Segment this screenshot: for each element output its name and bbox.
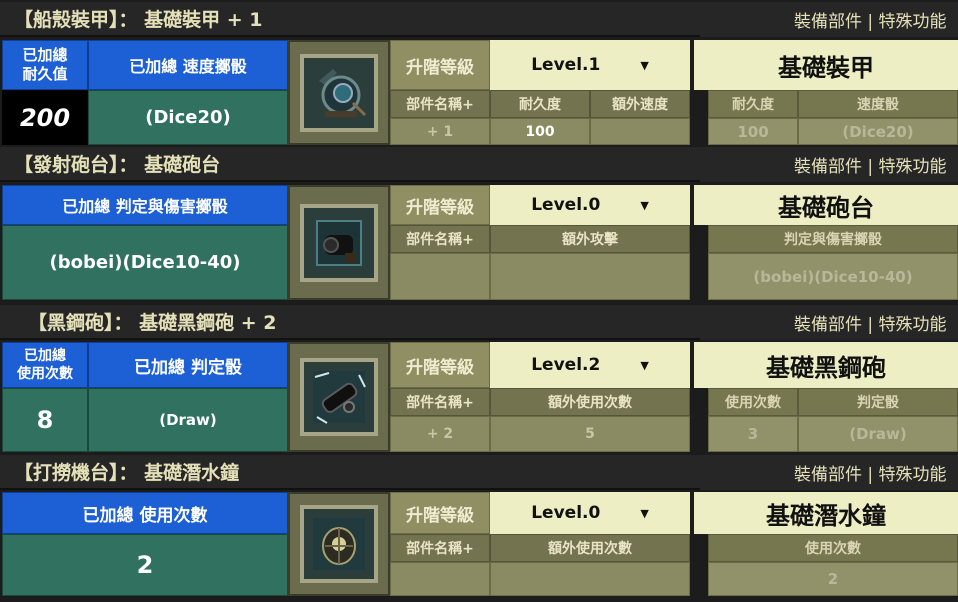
part-icon-frame bbox=[288, 40, 390, 145]
col-header-part-name: 部件名稱+ bbox=[390, 225, 490, 253]
col-header-part-name: 部件名稱+ bbox=[390, 90, 490, 118]
upgrade-level-label: 升階等級 bbox=[390, 342, 490, 388]
level-value: Level.1 bbox=[531, 55, 601, 75]
base-uses-value: 2 bbox=[708, 562, 958, 596]
total-check-header: 已加總 判定骰 bbox=[88, 342, 288, 388]
equipment-tab[interactable]: 裝備部件 | 特殊功能 bbox=[700, 2, 958, 37]
part-name-display: 基礎砲台 bbox=[694, 185, 958, 225]
base-uses-value: 3 bbox=[708, 416, 798, 452]
total-uses-value: 2 bbox=[2, 534, 288, 596]
total-uses-value: 8 bbox=[2, 388, 88, 452]
section-title: 【打撈機台】： 基礎潛水鐘 bbox=[0, 455, 700, 490]
durability-value: 100 bbox=[490, 118, 590, 145]
equipment-tab[interactable]: 裝備部件 | 特殊功能 bbox=[700, 305, 958, 340]
section-title: 【船殼裝甲】： 基礎裝甲 + 1 bbox=[0, 2, 700, 37]
level-value: Level.0 bbox=[531, 195, 601, 215]
diving-bell-icon bbox=[300, 505, 378, 583]
section-title-text: 【黑鋼砲】： 基礎黑鋼砲 + 2 bbox=[28, 312, 277, 334]
col-header-extra-attack: 額外攻擊 bbox=[490, 225, 690, 253]
col-header-extra-uses: 額外使用次數 bbox=[490, 388, 690, 416]
level-dropdown[interactable]: Level.1 ▼ bbox=[490, 40, 690, 90]
equipment-tab[interactable]: 裝備部件 | 特殊功能 bbox=[700, 147, 958, 182]
equipment-tab-label: 裝備部件 | 特殊功能 bbox=[794, 157, 947, 177]
extra-speed-value bbox=[590, 118, 690, 145]
total-uses-header: 已加總 使用次數 bbox=[2, 492, 288, 534]
equipment-tab[interactable]: 裝備部件 | 特殊功能 bbox=[700, 455, 958, 490]
equipment-tab-label: 裝備部件 | 特殊功能 bbox=[794, 12, 947, 32]
extra-uses-value: 5 bbox=[490, 416, 690, 452]
divider bbox=[690, 90, 708, 145]
upgrade-level-label: 升階等級 bbox=[390, 40, 490, 90]
total-check-value: (Draw) bbox=[88, 388, 288, 452]
base-speed-value: (Dice20) bbox=[798, 118, 958, 145]
level-value: Level.0 bbox=[531, 503, 601, 523]
total-speed-header: 已加總 速度擲骰 bbox=[88, 40, 288, 90]
chevron-down-icon: ▼ bbox=[640, 58, 649, 72]
level-dropdown[interactable]: Level.0 ▼ bbox=[490, 185, 690, 225]
cannon-turret-icon bbox=[300, 203, 378, 282]
base-durability-header: 耐久度 bbox=[708, 90, 798, 118]
col-header-part-name: 部件名稱+ bbox=[390, 534, 490, 562]
chevron-down-icon: ▼ bbox=[640, 198, 649, 212]
section-title-text: 【打撈機台】： 基礎潛水鐘 bbox=[14, 462, 240, 484]
base-uses-header: 使用次數 bbox=[708, 534, 958, 562]
equipment-tab-label: 裝備部件 | 特殊功能 bbox=[794, 315, 947, 335]
equipment-tab-label: 裝備部件 | 特殊功能 bbox=[794, 465, 947, 485]
total-durability-value: 200 bbox=[2, 90, 88, 145]
level-value: Level.2 bbox=[531, 355, 601, 375]
col-header-extra-uses: 額外使用次數 bbox=[490, 534, 690, 562]
part-icon-frame bbox=[288, 342, 390, 452]
extra-attack-value bbox=[490, 253, 690, 300]
part-name-plus-value bbox=[390, 562, 490, 596]
base-attack-header: 判定與傷害擲骰 bbox=[708, 225, 958, 253]
divider bbox=[690, 534, 708, 596]
black-steel-cannon-icon bbox=[300, 358, 378, 436]
col-header-extra-speed: 額外速度 bbox=[590, 90, 690, 118]
total-attack-header: 已加總 判定與傷害擲骰 bbox=[2, 185, 288, 225]
extra-uses-value bbox=[490, 562, 690, 596]
part-icon-frame bbox=[288, 492, 390, 596]
col-header-part-name: 部件名稱+ bbox=[390, 388, 490, 416]
part-icon-frame bbox=[288, 185, 390, 300]
chevron-down-icon: ▼ bbox=[640, 506, 649, 520]
section-title: 【發射砲台】： 基礎砲台 bbox=[0, 147, 700, 182]
part-name-display: 基礎潛水鐘 bbox=[694, 492, 958, 534]
part-name-plus-value: + 2 bbox=[390, 416, 490, 452]
diving-helmet-icon bbox=[300, 53, 378, 132]
chevron-down-icon: ▼ bbox=[640, 358, 649, 372]
base-check-value: (Draw) bbox=[798, 416, 958, 452]
part-name-plus-value bbox=[390, 253, 490, 300]
section-title-text: 【發射砲台】： 基礎砲台 bbox=[14, 154, 221, 176]
col-header-durability: 耐久度 bbox=[490, 90, 590, 118]
divider bbox=[690, 225, 708, 300]
base-speed-header: 速度骰 bbox=[798, 90, 958, 118]
part-name-plus-value: + 1 bbox=[390, 118, 490, 145]
section-title: 【黑鋼砲】： 基礎黑鋼砲 + 2 bbox=[0, 305, 700, 340]
section-title-text: 【船殼裝甲】： 基礎裝甲 + 1 bbox=[14, 9, 263, 31]
upgrade-level-label: 升階等級 bbox=[390, 185, 490, 225]
divider bbox=[690, 388, 708, 452]
part-name-display: 基礎黑鋼砲 bbox=[694, 342, 958, 388]
total-speed-value: (Dice20) bbox=[88, 90, 288, 145]
level-dropdown[interactable]: Level.0 ▼ bbox=[490, 492, 690, 534]
upgrade-level-label: 升階等級 bbox=[390, 492, 490, 534]
base-uses-header: 使用次數 bbox=[708, 388, 798, 416]
total-uses-header: 已加總 使用次數 bbox=[2, 342, 88, 388]
part-name-display: 基礎裝甲 bbox=[694, 40, 958, 90]
base-durability-value: 100 bbox=[708, 118, 798, 145]
total-attack-value: (bobei)(Dice10-40) bbox=[2, 225, 288, 300]
total-durability-header: 已加總 耐久值 bbox=[2, 40, 88, 90]
level-dropdown[interactable]: Level.2 ▼ bbox=[490, 342, 690, 388]
base-check-header: 判定骰 bbox=[798, 388, 958, 416]
base-attack-value: (bobei)(Dice10-40) bbox=[708, 253, 958, 300]
